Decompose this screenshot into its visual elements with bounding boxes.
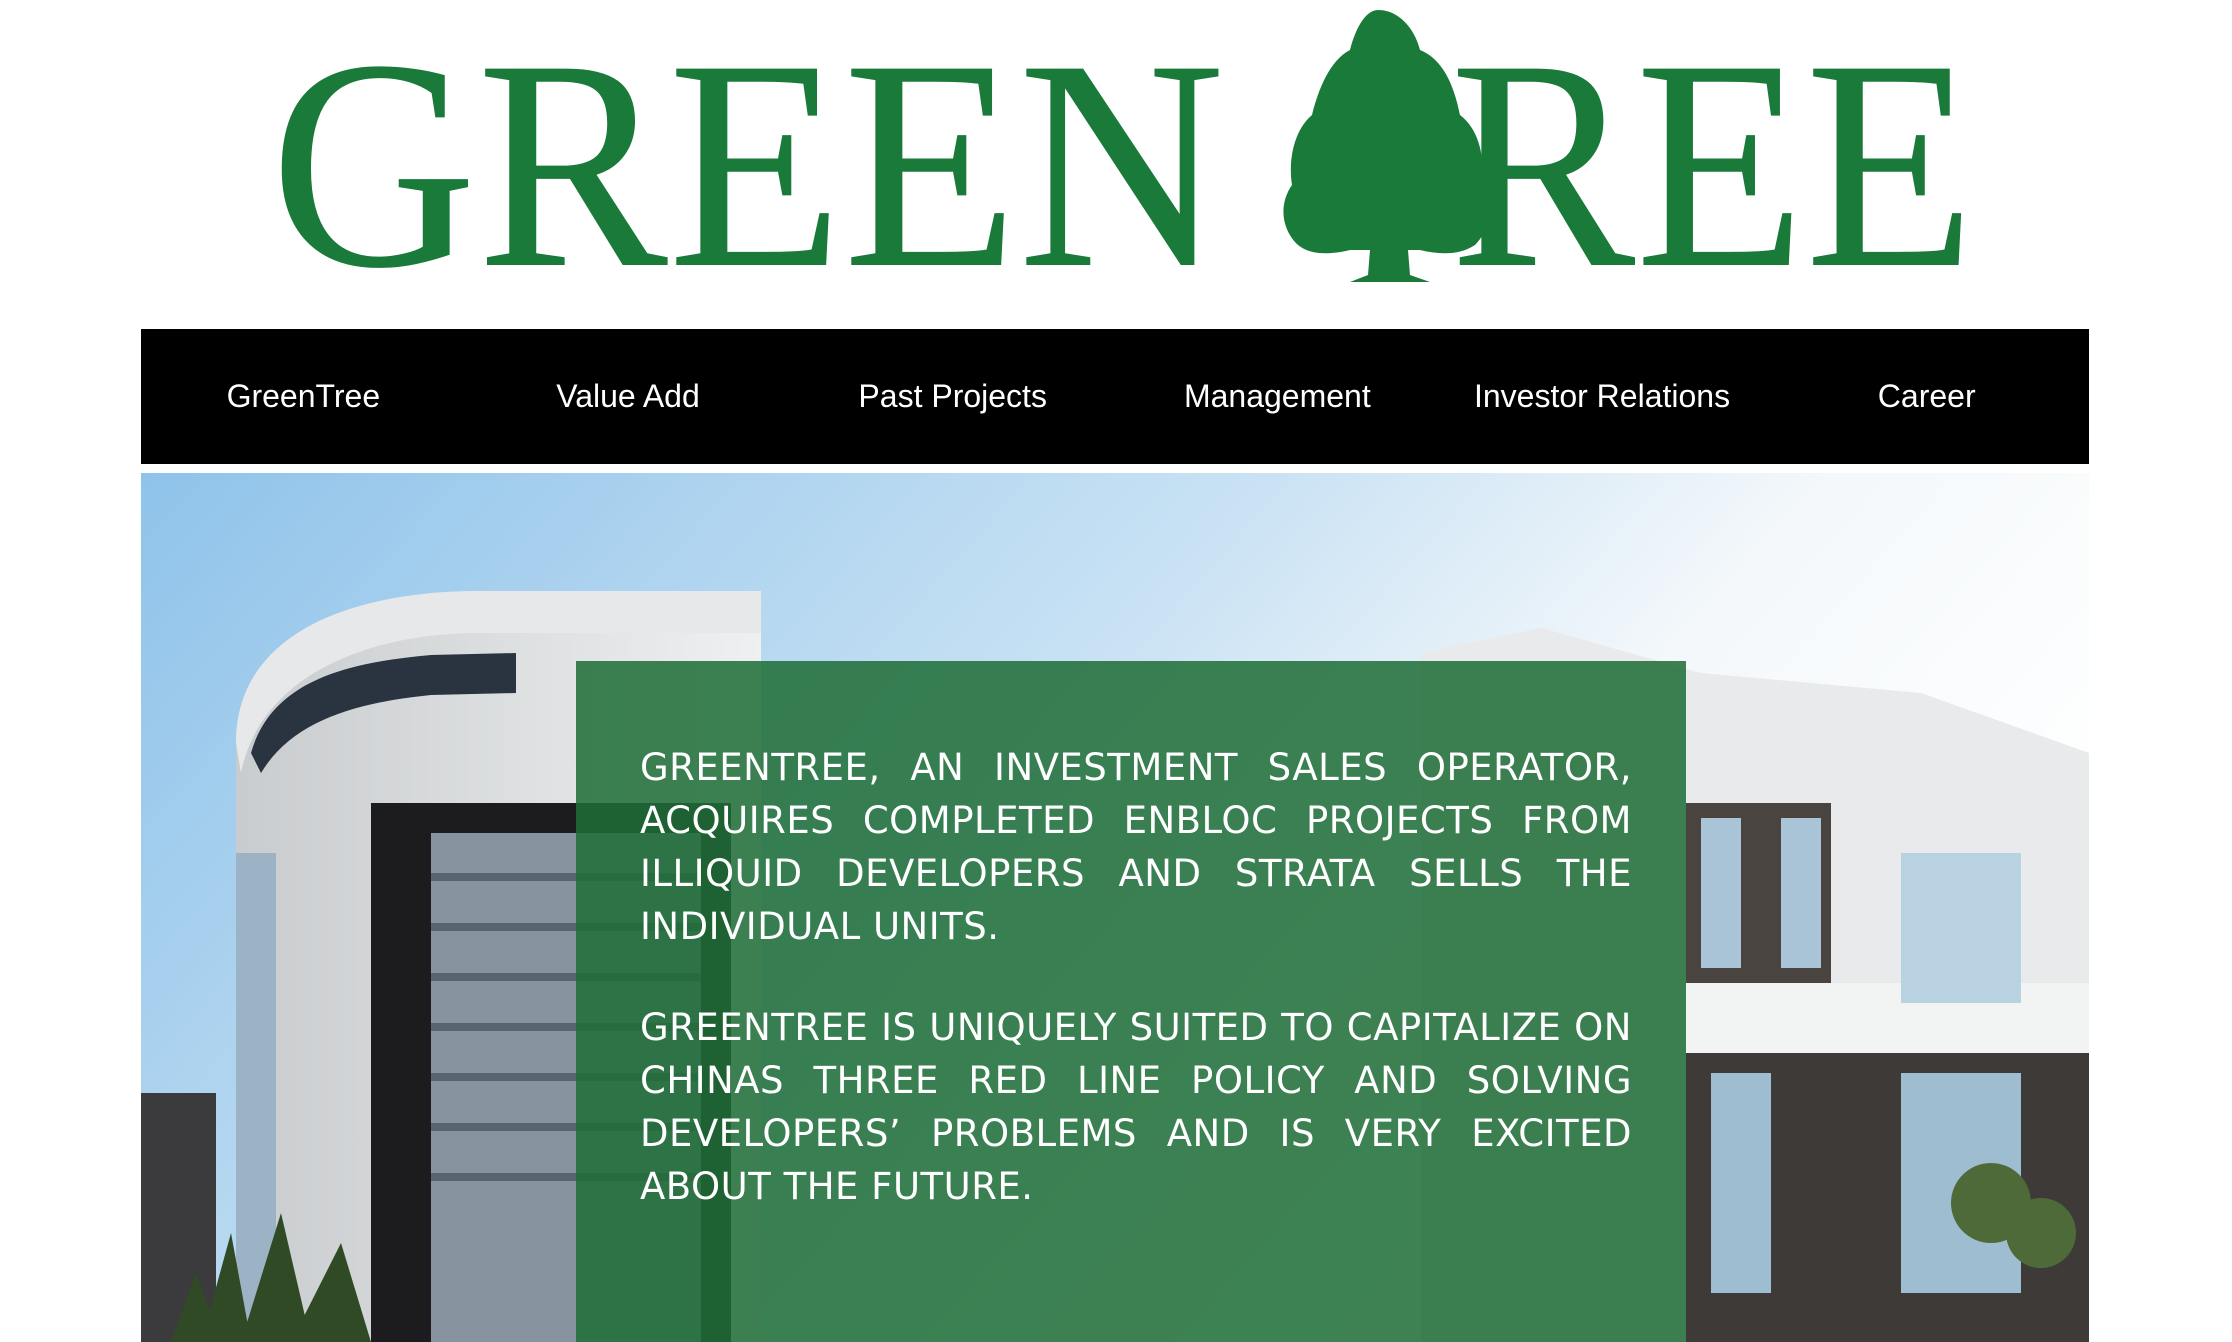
greentree-logo[interactable]: GREEN REE [270, 0, 1990, 300]
intro-paragraph-2: GREENTREE IS UNIQUELY SUITED TO CAPITALI… [640, 1006, 1632, 1208]
nav-item-management[interactable]: Management [1115, 378, 1440, 415]
hero-banner: GREENTREE, AN INVESTMENT SALES OPERATOR,… [141, 473, 2089, 1342]
nav-item-past-projects[interactable]: Past Projects [790, 378, 1115, 415]
logo-text-ree: REE [1450, 0, 1975, 300]
intro-paragraph-1: GREENTREE, AN INVESTMENT SALES OPERATOR,… [640, 746, 1632, 948]
nav-item-value-add[interactable]: Value Add [466, 378, 791, 415]
nav-item-investor-relations[interactable]: Investor Relations [1440, 378, 1765, 415]
logo-text-green: GREEN [270, 0, 1225, 300]
logo-graphic: GREEN REE [270, 0, 1975, 300]
intro-text-panel: GREENTREE, AN INVESTMENT SALES OPERATOR,… [576, 661, 1686, 1342]
nav-item-greentree[interactable]: GreenTree [141, 378, 466, 415]
page: GREEN REE GreenTree Value Add Past Proje… [0, 0, 2232, 1342]
main-nav: GreenTree Value Add Past Projects Manage… [141, 329, 2089, 464]
nav-item-career[interactable]: Career [1764, 378, 2089, 415]
